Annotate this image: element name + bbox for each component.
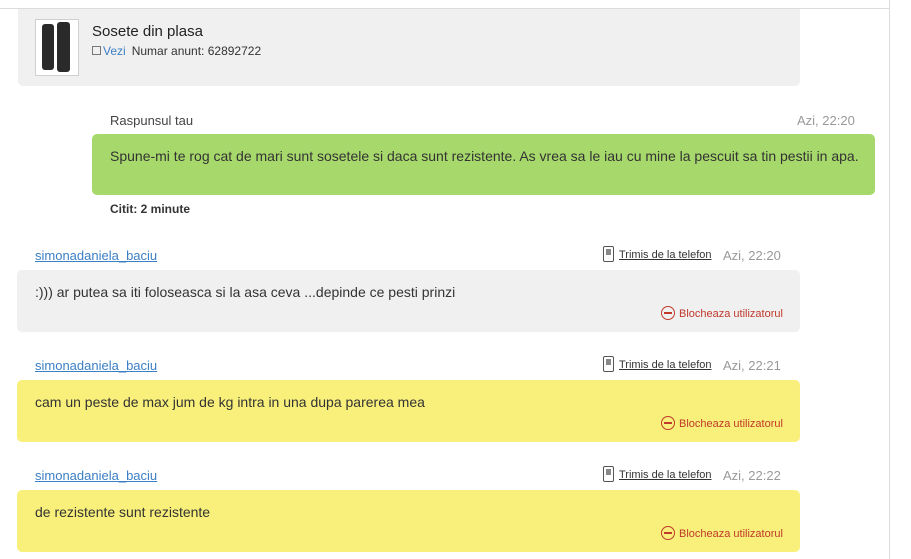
sender-username-link[interactable]: simonadaniela_baciu [35, 358, 157, 373]
message-header: simonadaniela_baciu Trimis de la telefon… [35, 466, 785, 486]
block-user-button[interactable]: Blocheaza utilizatorul [661, 523, 783, 540]
sent-from-phone-label[interactable]: Trimis de la telefon [619, 359, 712, 371]
view-listing-link[interactable]: Vezi [103, 44, 126, 58]
block-user-button[interactable]: Blocheaza utilizatorul [661, 303, 783, 320]
message-bubble: cam un peste de max jum de kg intra in u… [17, 380, 800, 442]
listing-title[interactable]: Sosete din plasa [92, 23, 203, 40]
block-user-button[interactable]: Blocheaza utilizatorul [661, 413, 783, 430]
block-user-label: Blocheaza utilizatorul [679, 418, 783, 430]
listing-card: Sosete din plasa Vezi Numar anunt: 628927… [18, 9, 800, 86]
reply-message-bubble: Spune-mi te rog cat de mari sunt sosetel… [92, 134, 875, 195]
ad-number: Numar anunt: 62892722 [131, 44, 262, 58]
message-text: de rezistente sunt rezistente [35, 504, 211, 520]
external-link-icon [92, 46, 101, 55]
sender-username-link[interactable]: simonadaniela_baciu [35, 248, 157, 263]
reply-message-text: Spune-mi te rog cat de mari sunt sosetel… [110, 148, 859, 164]
block-icon [661, 306, 675, 320]
block-icon [661, 416, 675, 430]
message-timestamp: Azi, 22:20 [723, 248, 781, 263]
sender-username-link[interactable]: simonadaniela_baciu [35, 468, 157, 483]
right-divider [889, 0, 890, 559]
message-bubble: :))) ar putea sa iti foloseasca si la as… [17, 270, 800, 332]
message-timestamp: Azi, 22:22 [723, 468, 781, 483]
sent-from-phone-label[interactable]: Trimis de la telefon [619, 249, 712, 261]
message-header: simonadaniela_baciu Trimis de la telefon… [35, 246, 785, 266]
reply-label: Raspunsul tau [110, 113, 194, 128]
block-user-label: Blocheaza utilizatorul [679, 308, 783, 320]
message-header: simonadaniela_baciu Trimis de la telefon… [35, 356, 785, 376]
message-text: :))) ar putea sa iti foloseasca si la as… [35, 284, 456, 300]
read-status: Citit: 2 minute [110, 202, 190, 216]
message-timestamp: Azi, 22:21 [723, 358, 781, 373]
phone-icon [603, 246, 614, 262]
block-user-label: Blocheaza utilizatorul [679, 528, 783, 540]
sent-from-phone-label[interactable]: Trimis de la telefon [619, 469, 712, 481]
listing-thumbnail[interactable] [35, 19, 79, 76]
phone-icon [603, 466, 614, 482]
phone-icon [603, 356, 614, 372]
reply-timestamp: Azi, 22:20 [797, 113, 855, 128]
block-icon [661, 526, 675, 540]
listing-meta: Vezi Numar anunt: 62892722 [92, 44, 261, 58]
message-bubble: de rezistente sunt rezistente Blocheaza … [17, 490, 800, 552]
message-text: cam un peste de max jum de kg intra in u… [35, 394, 425, 410]
